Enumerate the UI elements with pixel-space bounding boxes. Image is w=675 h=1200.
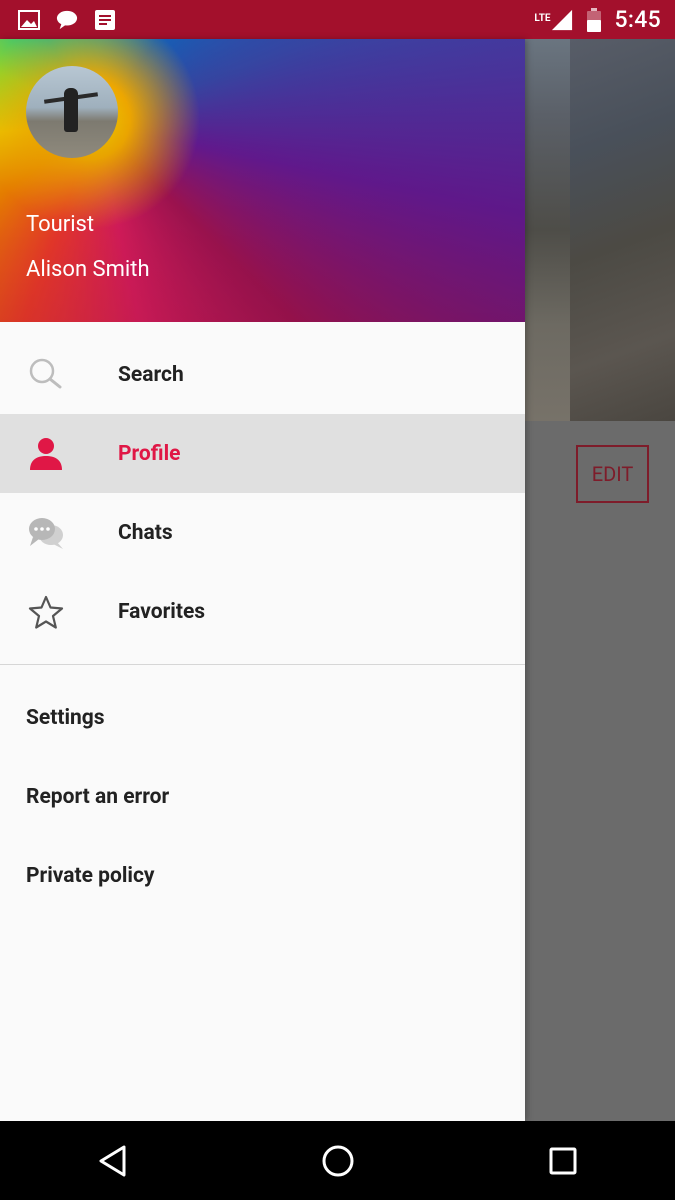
system-nav-bar — [0, 1121, 675, 1200]
navigation-drawer: Tourist Alison Smith Search Profile Chat… — [0, 39, 525, 1121]
menu-item-private-policy[interactable]: Private policy — [0, 836, 525, 915]
chat-bubble-icon — [56, 9, 78, 31]
menu-label-favorites: Favorites — [118, 599, 206, 624]
menu-label-profile: Profile — [118, 441, 181, 466]
drawer-header: Tourist Alison Smith — [0, 39, 525, 322]
menu-label-search: Search — [118, 362, 184, 387]
menu-item-chats[interactable]: Chats — [0, 493, 525, 572]
drawer-menu: Search Profile Chats Favorites Settings … — [0, 322, 525, 915]
menu-label-chats: Chats — [118, 520, 173, 545]
menu-item-settings[interactable]: Settings — [0, 678, 525, 757]
user-name: Alison Smith — [26, 257, 150, 282]
search-icon — [26, 355, 66, 395]
menu-item-search[interactable]: Search — [0, 322, 525, 414]
back-icon[interactable] — [83, 1131, 143, 1191]
edit-button[interactable]: EDIT — [576, 445, 649, 503]
menu-item-favorites[interactable]: Favorites — [0, 572, 525, 651]
menu-item-profile[interactable]: Profile — [0, 414, 525, 493]
image-icon — [18, 9, 40, 31]
signal-icon — [551, 9, 573, 31]
user-role: Tourist — [26, 212, 95, 237]
chats-icon — [26, 513, 66, 553]
lte-label: LTE — [534, 13, 551, 24]
secondary-menu: Settings Report an error Private policy — [0, 665, 525, 915]
status-bar: LTE 5:45 — [0, 0, 675, 39]
home-icon[interactable] — [308, 1131, 368, 1191]
notes-icon — [94, 9, 116, 31]
avatar[interactable] — [26, 66, 118, 158]
person-icon — [26, 434, 66, 474]
recents-icon[interactable] — [533, 1131, 593, 1191]
clock: 5:45 — [614, 6, 661, 33]
battery-icon — [583, 7, 605, 32]
star-icon — [26, 592, 66, 632]
background-photo-strip — [525, 39, 570, 421]
menu-item-report-error[interactable]: Report an error — [0, 757, 525, 836]
